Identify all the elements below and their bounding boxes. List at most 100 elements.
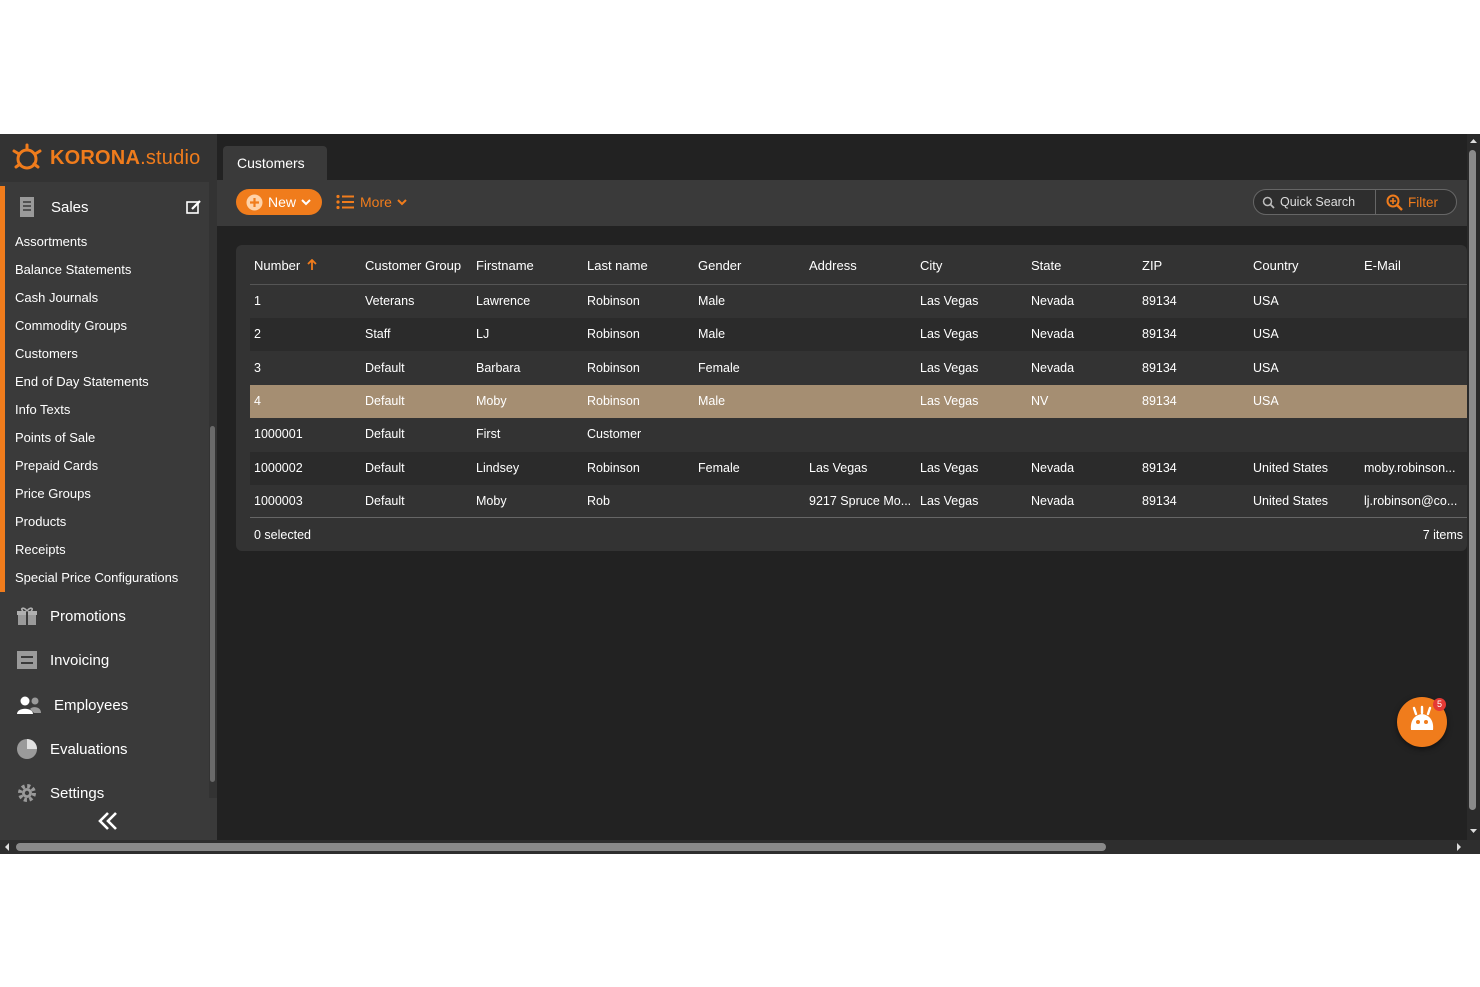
vertical-scrollbar-thumb[interactable] — [1469, 150, 1476, 810]
cell-country: United States — [1253, 493, 1329, 508]
horizontal-scrollbar[interactable] — [0, 840, 1480, 854]
cell-city: Las Vegas — [920, 393, 979, 408]
column-header-customer-group[interactable]: Customer Group — [365, 245, 461, 287]
filter-button-label: Filter — [1408, 194, 1438, 210]
sidebar-item-employees[interactable]: Employees — [0, 683, 208, 727]
more-button[interactable]: More — [336, 189, 408, 215]
scroll-down-arrow-icon[interactable] — [1467, 826, 1480, 836]
table-row[interactable]: 4 Default Moby Robinson Male Las Vegas NV 89134… — [250, 384, 1467, 418]
scroll-up-arrow-icon[interactable] — [1467, 136, 1480, 146]
column-header-email[interactable]: E-Mail — [1364, 245, 1401, 287]
logo-suffix-text: .studio — [140, 146, 201, 169]
quick-search-input[interactable]: Quick Search — [1254, 190, 1376, 214]
cell-customer-group: Default — [365, 360, 405, 375]
cell-number: 1000002 — [254, 460, 303, 475]
sidebar-subitem-receipts[interactable]: Receipts — [5, 536, 208, 564]
new-button[interactable]: New — [236, 189, 322, 215]
cell-last-name: Robinson — [587, 360, 640, 375]
cell-state: Nevada — [1031, 294, 1075, 308]
column-header-last-name[interactable]: Last name — [587, 245, 648, 287]
table-row[interactable]: 1 Veterans Lawrence Robinson Male Las Vegas Ne… — [250, 285, 1467, 318]
tab-customers[interactable]: Customers — [223, 146, 327, 180]
cell-number: 1000001 — [254, 427, 303, 442]
column-header-label: Number — [254, 258, 301, 273]
cell-address: 9217 Spruce Mo... — [809, 493, 912, 508]
sidebar-subitem-cash-journals[interactable]: Cash Journals — [5, 284, 208, 312]
column-header-zip[interactable]: ZIP — [1142, 245, 1162, 287]
sidebar-item-invoicing[interactable]: Invoicing — [0, 638, 208, 682]
sidebar-item-evaluations[interactable]: Evaluations — [0, 727, 208, 771]
column-header-state[interactable]: State — [1031, 245, 1061, 287]
cell-number: 3 — [254, 360, 261, 375]
table-row[interactable]: 1000001 Default First Customer — [250, 418, 1467, 451]
table-row[interactable]: 3 Default Barbara Robinson Female Las Vegas Ne… — [250, 352, 1467, 385]
sidebar-item-label: Sales — [51, 198, 89, 216]
sidebar-item-settings[interactable]: Settings — [0, 771, 208, 815]
sidebar-item-promotions[interactable]: Promotions — [0, 594, 208, 638]
search-icon — [1262, 196, 1275, 209]
cell-customer-group: Default — [365, 460, 405, 475]
plus-circle-icon — [246, 194, 263, 210]
users-icon — [17, 696, 41, 714]
receipt-icon — [20, 197, 34, 217]
cell-country: United States — [1253, 460, 1329, 475]
cell-email: lj.robinson@co... — [1364, 493, 1458, 508]
table-row[interactable]: 2 Staff LJ Robinson Male Las Vegas Nevada 89134… — [250, 318, 1467, 352]
cell-last-name: Customer — [587, 427, 642, 442]
sidebar-scrollbar[interactable] — [209, 182, 217, 798]
cell-last-name: Robinson — [587, 393, 640, 408]
cell-zip: 89134 — [1142, 360, 1177, 375]
sidebar-item-sales[interactable]: Sales — [5, 186, 208, 228]
column-header-city[interactable]: City — [920, 245, 942, 287]
column-header-country[interactable]: Country — [1253, 245, 1299, 287]
sidebar-subitem-prepaid-cards[interactable]: Prepaid Cards — [5, 452, 208, 480]
cell-gender: Female — [698, 460, 740, 475]
sidebar-subitem-info-texts[interactable]: Info Texts — [5, 396, 208, 424]
cell-firstname: LJ — [476, 327, 490, 342]
sidebar-subitem-balance-statements[interactable]: Balance Statements — [5, 256, 208, 284]
sidebar-scrollbar-thumb[interactable] — [210, 426, 215, 782]
scroll-right-arrow-icon[interactable] — [1454, 840, 1464, 854]
chevron-down-icon — [301, 199, 311, 206]
cell-customer-group: Default — [365, 393, 405, 408]
table-footer: 0 selected 7 items — [250, 517, 1467, 551]
sidebar-subitem-points-of-sale[interactable]: Points of Sale — [5, 424, 208, 452]
filter-button[interactable]: Filter — [1376, 194, 1438, 211]
cell-firstname: First — [476, 427, 501, 442]
cell-zip: 89134 — [1142, 327, 1177, 342]
column-header-gender[interactable]: Gender — [698, 245, 741, 287]
column-header-firstname[interactable]: Firstname — [476, 245, 534, 287]
sidebar-subitem-customers[interactable]: Customers — [5, 340, 208, 368]
logo-brand-text: KORONA — [50, 146, 141, 169]
vertical-scrollbar[interactable] — [1467, 134, 1480, 840]
table-row[interactable]: 1000003 Default Moby Rob 9217 Spruce Mo... La… — [250, 485, 1467, 518]
cell-gender: Male — [698, 393, 726, 408]
sidebar-subitem-assortments[interactable]: Assortments — [5, 228, 208, 256]
cell-country: USA — [1253, 393, 1279, 408]
sidebar-item-label: Settings — [50, 784, 105, 802]
scroll-left-arrow-icon[interactable] — [2, 840, 12, 854]
sidebar-subitem-price-groups[interactable]: Price Groups — [5, 480, 208, 508]
more-button-label: More — [360, 194, 392, 210]
edit-icon[interactable] — [186, 199, 202, 215]
horizontal-scrollbar-thumb[interactable] — [16, 843, 1106, 851]
cell-number: 2 — [254, 327, 261, 342]
sidebar-subitem-products[interactable]: Products — [5, 508, 208, 536]
sidebar-subitem-special-price-configurations[interactable]: Special Price Configurations — [5, 564, 208, 592]
cell-zip: 89134 — [1142, 460, 1177, 475]
sidebar-subitem-end-of-day-statements[interactable]: End of Day Statements — [5, 368, 208, 396]
cell-state: Nevada — [1031, 460, 1075, 475]
column-header-address[interactable]: Address — [809, 245, 857, 287]
sidebar-subitem-commodity-groups[interactable]: Commodity Groups — [5, 312, 208, 340]
cell-customer-group: Staff — [365, 327, 391, 342]
logo[interactable]: KORONA.studio — [0, 134, 217, 182]
cell-address: Las Vegas — [809, 460, 868, 475]
cell-last-name: Rob — [587, 493, 610, 508]
cell-firstname: Barbara — [476, 360, 521, 375]
collapse-sidebar-icon[interactable] — [96, 810, 120, 832]
column-header-number[interactable]: Number — [254, 245, 317, 287]
cell-gender: Male — [698, 327, 726, 342]
item-count: 7 items — [1422, 528, 1463, 542]
table-row[interactable]: 1000002 Default Lindsey Robinson Female Las V… — [250, 451, 1467, 485]
search-placeholder: Quick Search — [1280, 195, 1356, 209]
